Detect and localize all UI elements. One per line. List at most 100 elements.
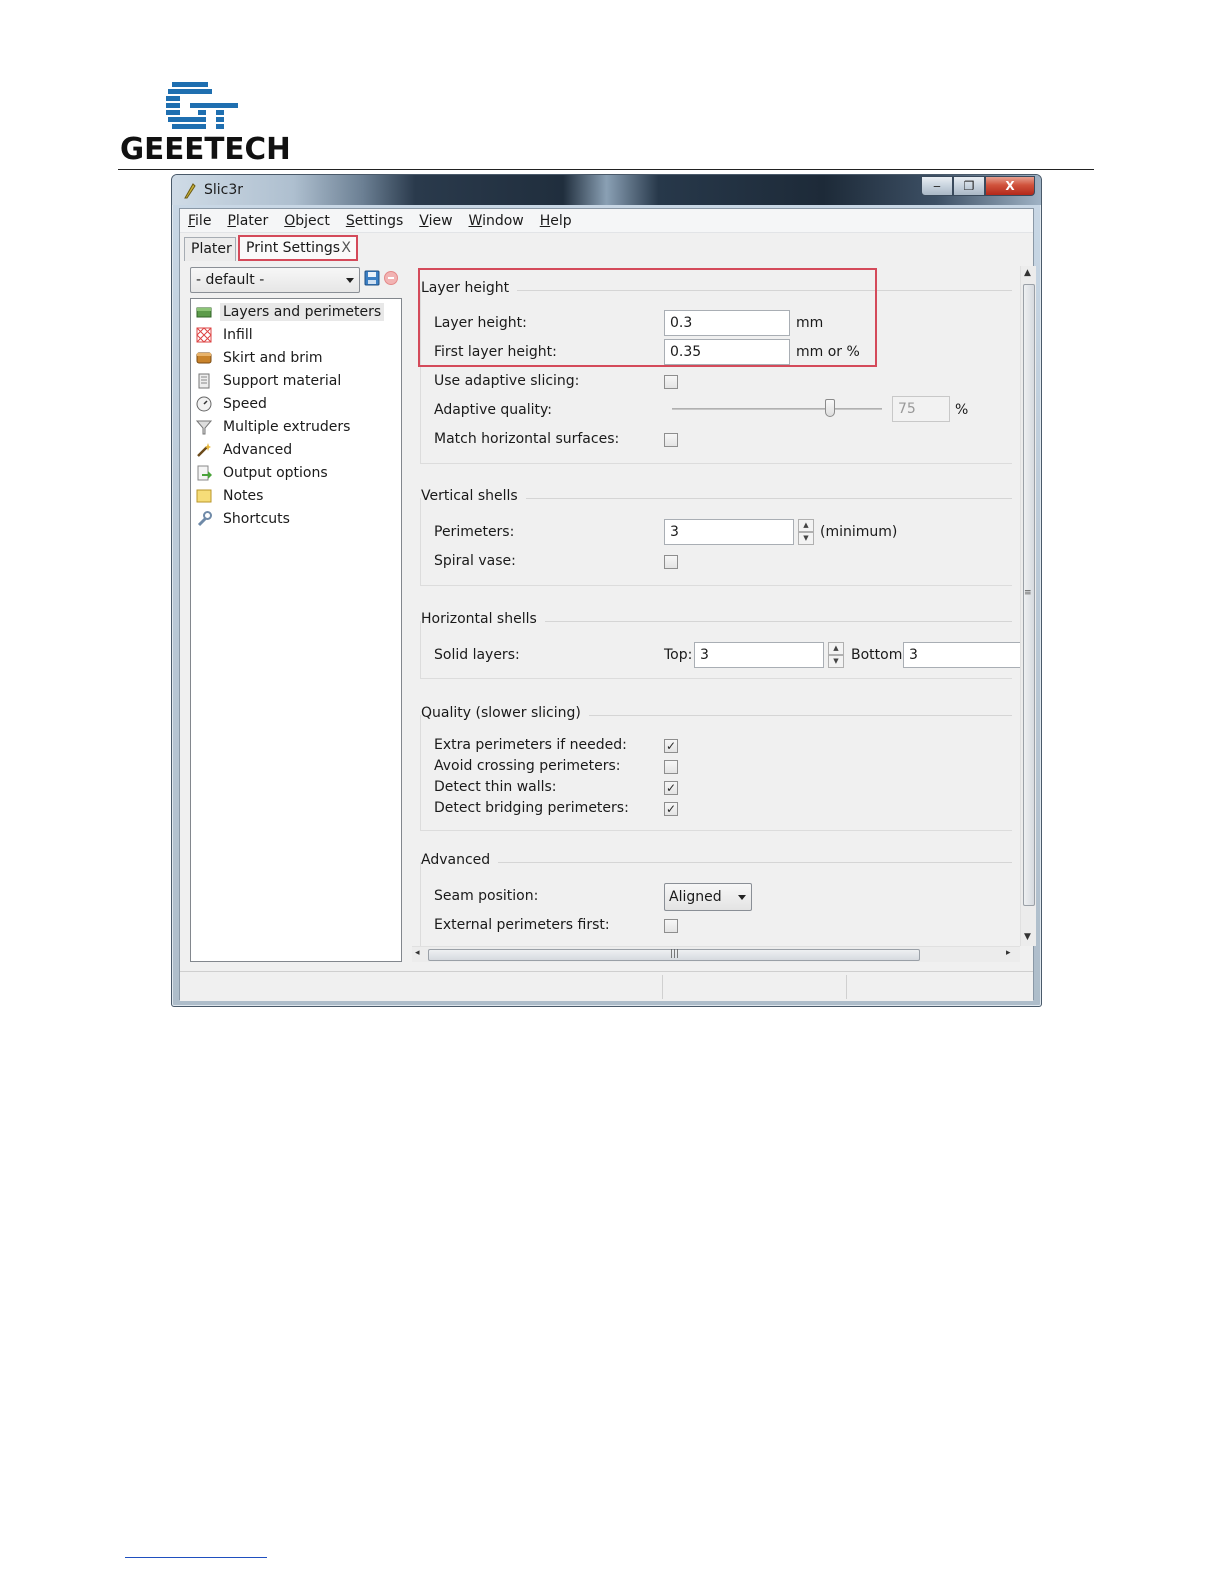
external-perimeters-first-label: External perimeters first:	[434, 917, 610, 933]
tab-print-settings[interactable]: Print Settings X	[238, 235, 358, 261]
close-button[interactable]: X	[985, 176, 1035, 196]
preset-select-value: - default -	[196, 272, 265, 288]
bottom-layers-input[interactable]: 3	[903, 642, 1020, 668]
vertical-scrollbar[interactable]: ▲ ≡ ▼	[1020, 266, 1036, 946]
layer-height-label: Layer height:	[434, 315, 527, 331]
top-layers-input[interactable]: 3	[694, 642, 824, 668]
tree-item-notes[interactable]: Notes	[195, 485, 266, 507]
note-icon	[195, 488, 213, 504]
top-layers-spinner[interactable]: ▲ ▼	[828, 642, 844, 668]
scroll-down-icon[interactable]: ▼	[1024, 932, 1031, 942]
skirt-icon	[195, 350, 213, 366]
menu-view[interactable]: View	[411, 209, 460, 232]
logo-wordmark: GEEETECH	[120, 132, 291, 167]
spin-down-icon[interactable]: ▼	[828, 655, 844, 668]
extra-perimeters-label: Extra perimeters if needed:	[434, 737, 627, 753]
status-bar	[180, 971, 1033, 1001]
adaptive-quality-input[interactable]: 75	[892, 396, 950, 422]
geeetech-logo: GEEETECH	[120, 82, 291, 168]
thin-walls-checkbox[interactable]: ✓	[664, 781, 678, 795]
spin-up-icon[interactable]: ▲	[828, 642, 844, 655]
chevron-down-icon	[738, 895, 746, 900]
window-controls: ‒ ❐ X	[921, 176, 1035, 196]
menu-file[interactable]: File	[180, 209, 219, 232]
menu-window[interactable]: Window	[461, 209, 532, 232]
top-layers-label: Top:	[664, 647, 693, 663]
adaptive-quality-unit: %	[955, 402, 969, 418]
menu-bar: File Plater Object Settings View Window …	[180, 209, 1033, 233]
menu-object[interactable]: Object	[276, 209, 338, 232]
client-area: File Plater Object Settings View Window …	[179, 208, 1036, 1001]
match-horizontal-checkbox[interactable]	[664, 433, 678, 447]
support-icon	[195, 373, 213, 389]
layer-height-input[interactable]: 0.3	[664, 310, 790, 336]
adaptive-quality-label: Adaptive quality:	[434, 402, 553, 418]
gt-logo-mark-icon	[166, 82, 238, 129]
bridging-perimeters-checkbox[interactable]: ✓	[664, 802, 678, 816]
save-preset-icon[interactable]	[364, 270, 380, 286]
spiral-vase-label: Spiral vase:	[434, 553, 516, 569]
solid-layers-label: Solid layers:	[434, 647, 520, 663]
tree-item-multiple-extruders[interactable]: Multiple extruders	[195, 416, 353, 438]
avoid-crossing-label: Avoid crossing perimeters:	[434, 758, 621, 774]
tree-item-output-options[interactable]: Output options	[195, 462, 331, 484]
adaptive-quality-slider-track[interactable]	[672, 408, 882, 410]
horizontal-scrollbar[interactable]: ◂ ||| ▸	[412, 946, 1020, 962]
tab-row: Plater Print Settings X	[180, 235, 1033, 261]
tree-item-skirt-brim[interactable]: Skirt and brim	[195, 347, 326, 369]
menu-help[interactable]: Help	[532, 209, 580, 232]
layers-icon	[195, 304, 213, 320]
preset-select[interactable]: - default -	[190, 267, 360, 293]
seam-position-label: Seam position:	[434, 888, 539, 904]
avoid-crossing-checkbox[interactable]	[664, 760, 678, 774]
spiral-vase-checkbox[interactable]	[664, 555, 678, 569]
tree-item-infill[interactable]: Infill	[195, 324, 256, 346]
tab-close-icon[interactable]: X	[341, 237, 351, 259]
adaptive-slicing-checkbox[interactable]	[664, 375, 678, 389]
layer-height-unit: mm	[796, 315, 824, 331]
tree-item-layers-perimeters[interactable]: Layers and perimeters	[195, 301, 385, 323]
extra-perimeters-checkbox[interactable]: ✓	[664, 739, 678, 753]
menu-plater[interactable]: Plater	[219, 209, 276, 232]
adaptive-quality-slider-thumb[interactable]	[824, 399, 835, 417]
scroll-right-icon[interactable]: ▸	[1006, 948, 1011, 958]
thin-walls-label: Detect thin walls:	[434, 779, 557, 795]
spin-down-icon[interactable]: ▼	[798, 532, 814, 545]
window-title: Slic3r	[204, 182, 244, 198]
status-divider	[662, 975, 663, 999]
wrench-icon	[195, 511, 213, 527]
scroll-grip-icon: ≡	[1024, 588, 1032, 598]
tree-item-support-material[interactable]: Support material	[195, 370, 344, 392]
chevron-down-icon	[346, 278, 354, 283]
minimize-button[interactable]: ‒	[921, 176, 953, 196]
tree-item-advanced[interactable]: Advanced	[195, 439, 295, 461]
adaptive-slicing-label: Use adaptive slicing:	[434, 373, 580, 389]
tree-item-shortcuts[interactable]: Shortcuts	[195, 508, 293, 530]
scroll-left-icon[interactable]: ◂	[415, 948, 420, 958]
footer-link-underline	[125, 1557, 267, 1558]
title-bar[interactable]: Slic3r ‒ ❐ X	[172, 175, 1041, 205]
status-divider	[846, 975, 847, 999]
spin-up-icon[interactable]: ▲	[798, 519, 814, 532]
perimeters-label: Perimeters:	[434, 524, 515, 540]
tab-print-settings-label: Print Settings	[246, 240, 341, 256]
scroll-grip-icon: |||	[670, 949, 680, 959]
external-perimeters-first-checkbox[interactable]	[664, 919, 678, 933]
funnel-icon	[195, 419, 213, 435]
first-layer-height-label: First layer height:	[434, 344, 557, 360]
first-layer-height-input[interactable]: 0.35	[664, 339, 790, 365]
tab-plater[interactable]: Plater	[184, 237, 236, 261]
perimeters-input[interactable]: 3	[664, 519, 794, 545]
menu-settings[interactable]: Settings	[338, 209, 411, 232]
delete-preset-icon[interactable]	[384, 271, 398, 285]
slic3r-window: Slic3r ‒ ❐ X File Plater Object Settings…	[171, 174, 1042, 1007]
scroll-up-icon[interactable]: ▲	[1024, 268, 1031, 278]
seam-position-select[interactable]: Aligned	[664, 883, 752, 911]
seam-position-value: Aligned	[669, 889, 722, 905]
infill-icon	[195, 327, 213, 343]
settings-panel: Layer height Layer height: 0.3 mm First …	[412, 266, 1020, 956]
maximize-button[interactable]: ❐	[953, 176, 985, 196]
perimeters-spinner[interactable]: ▲ ▼	[798, 519, 814, 545]
speed-icon	[195, 396, 213, 412]
tree-item-speed[interactable]: Speed	[195, 393, 270, 415]
